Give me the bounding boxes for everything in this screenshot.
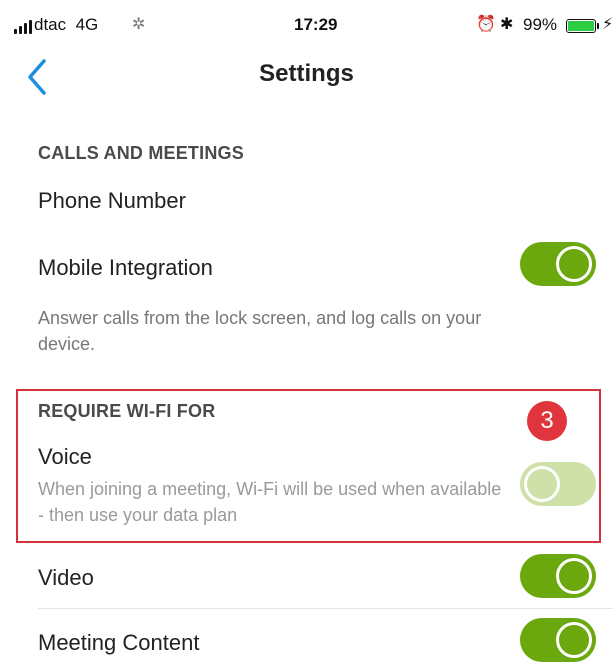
mobile-integration-toggle[interactable]: [520, 242, 596, 286]
meeting-content-toggle[interactable]: [520, 618, 596, 662]
battery-percent: 99%: [523, 15, 558, 34]
alarm-icon: ⏰: [476, 16, 496, 33]
section-header-wifi: REQUIRE WI-FI FOR: [38, 401, 216, 421]
voice-label: Voice: [38, 444, 92, 469]
charging-icon: ⚡: [602, 16, 613, 33]
toggle-knob: [556, 622, 592, 658]
status-time: 17:29: [294, 15, 338, 34]
signal-icon: [14, 20, 32, 34]
mobile-integration-label: Mobile Integration: [38, 255, 213, 280]
carrier-label: dtac 4G: [34, 15, 99, 34]
voice-toggle[interactable]: [520, 462, 596, 506]
toggle-knob: [556, 246, 592, 282]
battery-cap: [597, 23, 599, 29]
voice-description: When joining a meeting, Wi-Fi will be us…: [38, 479, 502, 525]
toggle-knob: [524, 466, 560, 502]
bluetooth-icon: ✱: [500, 16, 514, 33]
toggle-knob: [556, 558, 592, 594]
mobile-integration-description: Answer calls from the lock screen, and l…: [38, 308, 482, 354]
section-header-calls: CALLS AND MEETINGS: [38, 143, 244, 163]
video-toggle[interactable]: [520, 554, 596, 598]
divider: [38, 608, 613, 609]
status-bar: dtac 4G ✲ 17:29 ⏰ ✱ 99% ⚡: [0, 0, 613, 46]
phone-number-item[interactable]: Phone Number: [38, 188, 186, 214]
battery-icon: [566, 19, 596, 33]
callout-badge: 3: [527, 401, 567, 441]
meeting-content-label: Meeting Content: [38, 630, 200, 655]
page-title: Settings: [259, 60, 354, 87]
video-label: Video: [38, 565, 94, 590]
loading-icon: ✲: [132, 16, 146, 33]
